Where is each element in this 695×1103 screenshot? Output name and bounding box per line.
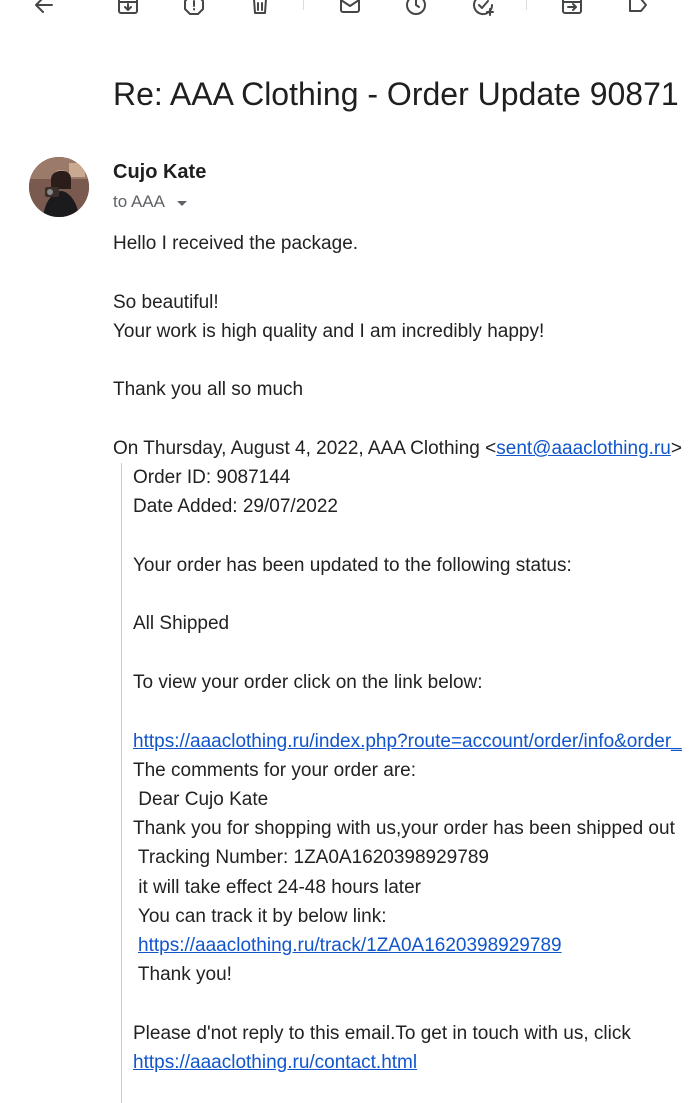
track-link-row: https://aaaclothing.ru/track/1ZA0A162039… — [138, 931, 562, 960]
reply-line: Hello I received the package. — [113, 233, 359, 254]
move-to-icon[interactable] — [555, 0, 589, 22]
status-intro: Your order has been updated to the follo… — [133, 555, 572, 576]
date-added: Date Added: 29/07/2022 — [133, 496, 338, 517]
no-reply-note: Please d'not reply to this email.To get … — [133, 1023, 631, 1044]
mark-unread-icon[interactable] — [333, 0, 367, 22]
thanks-line: Thank you! — [133, 964, 232, 985]
reply-line: So beautiful! — [113, 292, 219, 313]
chevron-down-icon[interactable] — [176, 200, 187, 206]
quote-divider — [121, 463, 122, 1103]
contact-link[interactable]: https://aaaclothing.ru/contact.html — [133, 1052, 417, 1073]
sender-avatar[interactable] — [29, 157, 89, 217]
effect-note: it will take effect 24-48 hours later — [133, 877, 421, 898]
contact-link-row: https://aaaclothing.ru/contact.html — [133, 1048, 417, 1077]
message-toolbar — [0, 0, 695, 24]
reply-line: Your work is high quality and I am incre… — [113, 321, 545, 342]
quote-header-suffix: > — [670, 438, 682, 459]
track-intro: You can track it by below link: — [133, 906, 387, 927]
snooze-icon[interactable] — [399, 0, 433, 22]
recipient-details-toggle[interactable]: to AAA — [113, 190, 187, 214]
quote-header-prefix: On Thursday, August 4, 2022, AAA Clothin… — [113, 438, 497, 459]
tracking-number: Tracking Number: 1ZA0A1620398929789 — [133, 847, 489, 868]
back-arrow-icon[interactable] — [27, 0, 61, 22]
comments-intro: The comments for your order are: — [133, 760, 416, 781]
archive-icon[interactable] — [111, 0, 145, 22]
delete-icon[interactable] — [243, 0, 277, 22]
order-info-link[interactable]: https://aaaclothing.ru/index.php?route=a… — [133, 731, 682, 752]
recipient-label: to AAA — [113, 192, 165, 211]
label-icon[interactable] — [621, 0, 655, 22]
email-subject: Re: AAA Clothing - Order Update 90871 — [113, 76, 679, 112]
view-order-intro: To view your order click on the link bel… — [133, 672, 483, 693]
reply-line: Thank you all so much — [113, 379, 304, 400]
quote-header: On Thursday, August 4, 2022, AAA Clothin… — [113, 434, 682, 463]
sender-name: Cujo Kate — [113, 161, 207, 183]
greeting: Dear Cujo Kate — [133, 789, 269, 810]
add-to-tasks-icon[interactable] — [466, 0, 500, 22]
report-spam-icon[interactable] — [177, 0, 211, 22]
order-link: https://aaaclothing.ru/index.php?route=a… — [133, 727, 682, 756]
order-status: All Shipped — [133, 613, 230, 634]
tracking-link[interactable]: https://aaaclothing.ru/track/1ZA0A162039… — [138, 935, 562, 956]
sender-email-link[interactable]: sent@aaaclothing.ru — [496, 438, 671, 459]
shipped-message: Thank you for shopping with us,your orde… — [133, 818, 675, 839]
order-id: Order ID: 9087144 — [133, 467, 291, 488]
